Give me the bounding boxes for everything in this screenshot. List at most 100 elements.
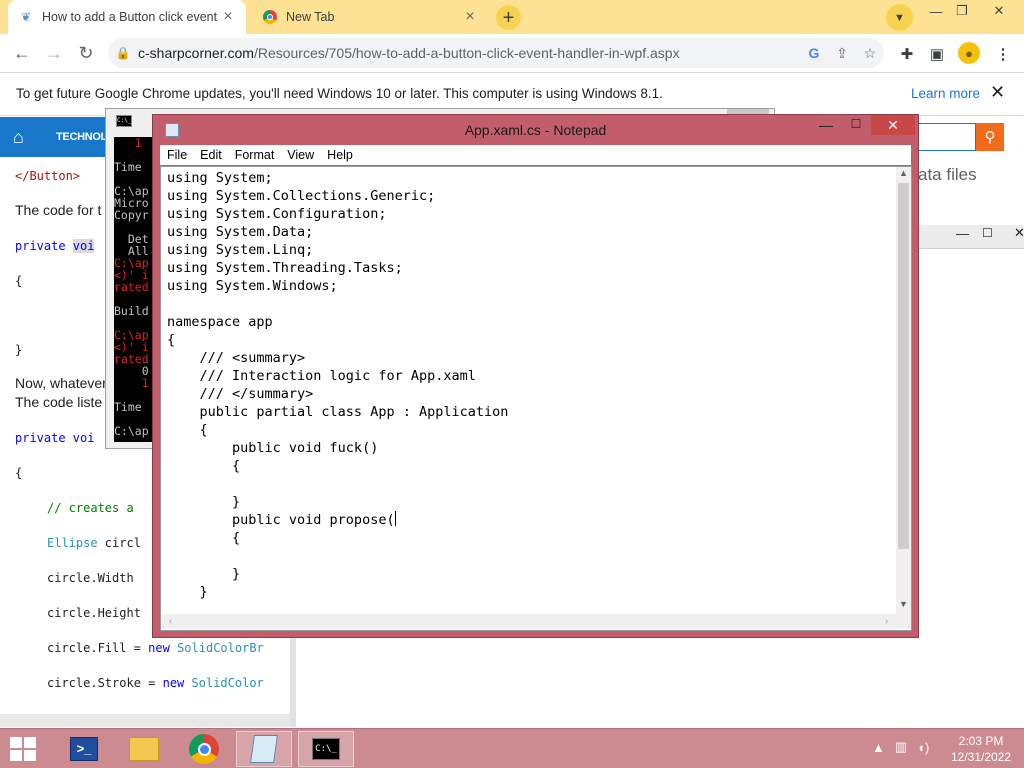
notepad-titlebar[interactable]: App.xaml.cs - Notepad — ☐ ✕ [153, 115, 918, 145]
menu-view[interactable]: View [287, 148, 314, 162]
editor-line: } [167, 566, 241, 582]
profile-avatar-icon[interactable]: ● [958, 42, 980, 64]
editor-line: using System.Collections.Generic; [167, 188, 436, 204]
code-line: circle.Height [47, 606, 141, 620]
clock[interactable]: 2:03 PM 12/31/2022 [948, 733, 1014, 765]
bookmark-star-icon[interactable]: ☆ [856, 45, 884, 62]
taskbar-notepad[interactable] [236, 731, 292, 767]
notepad-window[interactable]: App.xaml.cs - Notepad — ☐ ✕ File Edit Fo… [152, 114, 919, 638]
google-icon[interactable]: G [800, 45, 828, 61]
editor-line: { [167, 422, 208, 438]
vertical-scrollbar[interactable]: ▲ ▼ [896, 167, 911, 614]
close-window-button[interactable]: ✕ [984, 0, 1014, 22]
editor-line: { [167, 530, 241, 546]
share-icon[interactable]: ⇪ [828, 45, 856, 62]
menu-edit[interactable]: Edit [200, 148, 222, 162]
bg-minimize-icon[interactable]: — [956, 226, 969, 241]
tab-search-icon[interactable]: ▼ [886, 4, 913, 31]
forward-arrow-icon[interactable]: → [40, 40, 68, 66]
back-arrow-icon[interactable]: ← [8, 40, 36, 66]
article-text: Now, whatever [15, 375, 107, 391]
page-horizontal-scrollbar[interactable] [0, 714, 290, 727]
article-text: The code liste [15, 394, 103, 410]
new-tab-button[interactable]: + [496, 5, 521, 30]
scroll-up-icon[interactable]: ▲ [896, 168, 911, 182]
search-icon[interactable]: ⚲ [976, 123, 1004, 151]
text-caret [394, 511, 396, 526]
editor-line: { [167, 458, 241, 474]
scroll-down-icon[interactable]: ▼ [896, 599, 911, 613]
editor-line: using System.Windows; [167, 278, 338, 294]
code-line: } [15, 343, 23, 357]
code-line: { [15, 466, 23, 480]
bg-close-icon[interactable]: ✕ [1014, 225, 1024, 241]
taskbar-chrome[interactable] [176, 731, 232, 767]
menu-file[interactable]: File [167, 148, 187, 162]
taskbar-file-explorer[interactable] [116, 731, 172, 767]
code-line: { [15, 274, 23, 288]
folder-icon [129, 737, 159, 761]
editor-line: using System.Threading.Tasks; [167, 260, 403, 276]
system-tray: ▲ ▥ ◖) [872, 739, 939, 755]
tab-close-icon[interactable]: × [462, 8, 478, 26]
reload-icon[interactable]: ↻ [72, 40, 100, 66]
editor-line: using System.Data; [167, 224, 314, 240]
console-icon: C:\_ [116, 115, 132, 127]
infobar-close-icon[interactable]: ✕ [990, 82, 1005, 103]
tab-new-tab[interactable]: New Tab × [252, 0, 488, 34]
network-icon[interactable]: ▥ [895, 739, 907, 755]
site-search-input[interactable] [918, 123, 976, 151]
start-button-windows-icon[interactable] [10, 737, 38, 761]
home-icon[interactable]: ⌂ [13, 127, 24, 148]
tab-csharpcorner[interactable]: ❦ How to add a Button click event h × [8, 0, 246, 34]
code-line: circle.Fill = new SolidColorBr [47, 641, 264, 655]
maximize-button[interactable]: ☐ [843, 117, 869, 137]
restore-button[interactable]: ❐ [947, 0, 977, 22]
lock-icon[interactable]: 🔒 [108, 46, 138, 60]
taskbar-cmd[interactable]: C:\_ [298, 731, 354, 767]
editor-area[interactable]: using System; using System.Collections.Ge… [160, 166, 912, 631]
editor-line: public partial class App : Application [167, 404, 509, 420]
horizontal-scrollbar[interactable]: ‹ › [161, 614, 896, 629]
code-line: circle.Width [47, 571, 134, 585]
taskbar: >_ C:\_ ▲ ▥ ◖) 2:03 PM 12/31/2022 [0, 728, 1024, 768]
code-line: Ellipse circl [47, 536, 141, 550]
background-window-titlebar: — ☐ ✕ [918, 225, 1024, 249]
editor-line: namespace app [167, 314, 273, 330]
bg-maximize-icon[interactable]: ☐ [982, 226, 993, 240]
editor-line: public void propose( [167, 511, 396, 528]
editor-line: } [167, 494, 241, 510]
extensions-puzzle-icon[interactable]: ✚ [896, 43, 918, 65]
taskbar-powershell[interactable]: >_ [56, 731, 112, 767]
pane-splitter[interactable] [290, 637, 296, 727]
minimize-button[interactable]: — [813, 117, 839, 137]
code-line: circle.Stroke = new SolidColor [47, 676, 264, 690]
editor-text[interactable]: using System; using System.Collections.Ge… [167, 169, 892, 609]
menu-help[interactable]: Help [327, 148, 353, 162]
url-text[interactable]: c-sharpcorner.com/Resources/705/how-to-a… [138, 45, 800, 61]
volume-icon[interactable]: ◖) [917, 740, 929, 755]
infobar-message: To get future Google Chrome updates, you… [16, 86, 663, 101]
learn-more-link[interactable]: Learn more [911, 86, 980, 101]
resize-grip[interactable] [896, 614, 911, 629]
article-text: The code for t [15, 202, 102, 218]
code-line: private voi [15, 239, 95, 253]
menu-format[interactable]: Format [235, 148, 275, 162]
show-hidden-icons-icon[interactable]: ▲ [872, 740, 885, 755]
tab-title: How to add a Button click event h [42, 10, 220, 24]
address-bar[interactable]: 🔒 c-sharpcorner.com/Resources/705/how-to… [108, 38, 884, 68]
cmd-icon: C:\_ [312, 738, 340, 760]
editor-line: public void fuck() [167, 440, 379, 456]
scroll-right-icon[interactable]: › [879, 614, 894, 629]
more-menu-icon[interactable]: ⋮ [992, 43, 1014, 65]
editor-line: } [167, 584, 208, 600]
scroll-left-icon[interactable]: ‹ [163, 614, 178, 629]
tab-close-icon[interactable]: × [220, 8, 236, 26]
side-panel-icon[interactable]: ▣ [926, 43, 948, 65]
editor-line: using System; [167, 170, 273, 186]
sidebar-text: ata files [918, 165, 977, 184]
scroll-thumb[interactable] [898, 183, 909, 549]
close-button[interactable]: ✕ [871, 115, 915, 135]
